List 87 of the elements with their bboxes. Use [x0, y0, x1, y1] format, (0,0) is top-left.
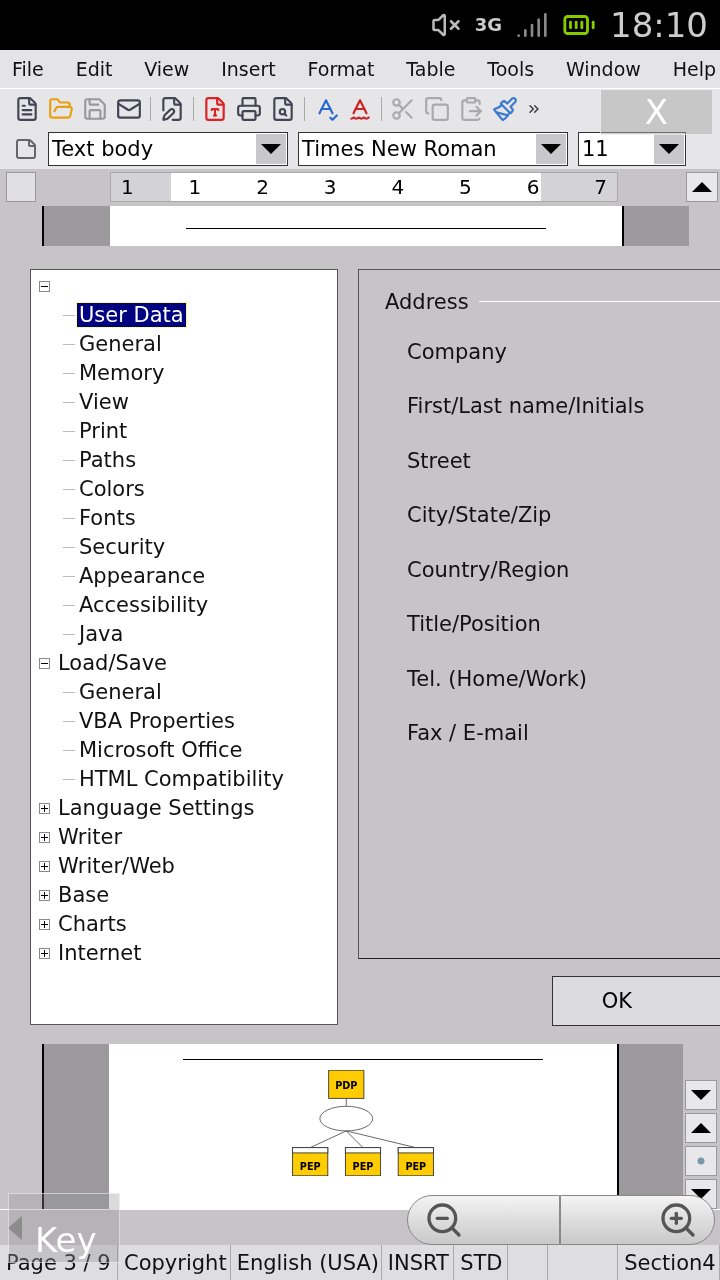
menu-item[interactable]: Format — [307, 57, 375, 80]
menu-item[interactable]: Window — [565, 57, 641, 80]
edit-document-icon[interactable] — [159, 95, 185, 122]
node-label: PDP — [335, 1080, 358, 1092]
tree-item[interactable]: Writer — [56, 825, 125, 850]
scroll-down-button[interactable] — [685, 1080, 718, 1111]
tree-item[interactable]: General — [77, 680, 164, 705]
pdf-icon[interactable] — [202, 95, 228, 122]
menu-item[interactable]: View — [144, 57, 190, 80]
tree-item[interactable]: User Data — [77, 303, 186, 328]
ruler-number: 7 — [594, 175, 607, 200]
tree-item[interactable]: General — [77, 332, 164, 357]
tree-item[interactable]: Writer/Web — [56, 854, 177, 879]
tree-item[interactable]: Internet — [56, 941, 144, 966]
node-label: PEP — [405, 1161, 427, 1172]
ruler-number: 3 — [323, 175, 337, 200]
field-label: Fax / E-mail — [406, 720, 530, 748]
field-label: Title/Position — [406, 611, 542, 639]
tree-item[interactable]: Fonts — [77, 506, 138, 531]
clock: 18:10 — [610, 4, 708, 45]
tree-item[interactable]: VBA Properties — [77, 709, 237, 734]
tree-item[interactable]: Load/Save — [56, 651, 169, 676]
tree-item[interactable]: Microsoft Office — [77, 738, 245, 763]
ruler-number: 1 — [188, 175, 202, 200]
tree-item[interactable]: Language Settings — [56, 796, 257, 821]
field-label: First/Last name/Initials — [406, 393, 646, 421]
node-label: PEP — [352, 1161, 374, 1172]
zoom-out-icon — [424, 1200, 464, 1240]
status-item: Copyright — [118, 1245, 231, 1280]
ruler[interactable]: 1 1 2 3 4 5 6 7 — [110, 172, 618, 203]
tree-item[interactable]: Print — [77, 419, 130, 444]
font-combo[interactable]: Times New Roman — [298, 131, 568, 166]
tree-item[interactable]: Charts — [56, 912, 129, 937]
tree-item[interactable]: Base — [56, 883, 112, 908]
field-label: Tel. (Home/Work) — [406, 665, 589, 693]
ok-button[interactable]: OK — [552, 975, 720, 1026]
network-label: 3G — [474, 14, 502, 36]
menu-item[interactable]: File — [12, 57, 44, 80]
ruler-number: 1 — [121, 175, 134, 200]
page-margin — [622, 205, 689, 246]
field-label: Company — [406, 338, 508, 366]
node-label: PEP — [299, 1161, 321, 1172]
zoom-in-icon — [658, 1200, 698, 1240]
ruler-number: 6 — [526, 175, 540, 200]
preview-icon[interactable] — [270, 95, 296, 122]
styles-icon[interactable] — [14, 136, 38, 161]
tree-item[interactable]: Colors — [77, 477, 147, 502]
expand-icon[interactable] — [39, 860, 50, 872]
size-combo[interactable]: 11 — [578, 131, 686, 166]
tree-item[interactable]: Memory — [77, 361, 167, 386]
ruler-number: 5 — [459, 175, 472, 200]
brush-icon[interactable] — [492, 95, 518, 122]
ruler-number: 4 — [391, 175, 405, 200]
menu-item[interactable]: Insert — [221, 57, 276, 80]
tree-item[interactable]: View — [77, 390, 131, 415]
tree-item[interactable]: Java — [77, 622, 126, 647]
tree-item[interactable]: Security — [77, 535, 168, 560]
field-label: Country/Region — [406, 556, 571, 584]
zoom-out-button[interactable] — [407, 1195, 560, 1245]
scroll-up-button[interactable] — [686, 172, 718, 203]
expand-icon[interactable] — [39, 889, 50, 901]
style-combo[interactable]: Text body — [48, 131, 288, 166]
menu-item[interactable]: Help — [672, 57, 716, 80]
field-label: Street — [406, 447, 472, 475]
expand-icon[interactable] — [39, 802, 50, 814]
expand-icon[interactable] — [39, 947, 50, 959]
collapse-icon[interactable] — [39, 280, 50, 292]
previous-page-button[interactable] — [685, 1113, 718, 1144]
collapse-icon[interactable] — [39, 657, 50, 669]
ruler-number: 2 — [256, 175, 269, 200]
document-icon[interactable] — [14, 95, 40, 122]
tree-item[interactable]: Paths — [77, 448, 139, 473]
field-label: City/State/Zip — [406, 502, 553, 530]
dot-icon — [697, 1157, 706, 1166]
status-item: English (USA) — [230, 1245, 382, 1280]
printer-icon[interactable] — [236, 95, 262, 122]
zoom-in-button[interactable] — [560, 1195, 715, 1245]
section-title: Address — [385, 289, 469, 314]
menu-item[interactable]: Edit — [75, 57, 113, 80]
tree-item[interactable]: Appearance — [77, 564, 208, 589]
tree-item[interactable]: HTML Compatibility — [77, 767, 286, 792]
tree-item[interactable]: Accessibility — [77, 593, 211, 618]
expand-icon[interactable] — [39, 831, 50, 843]
expand-icon[interactable] — [39, 918, 50, 930]
menu-item[interactable]: Tools — [487, 57, 535, 80]
menu-item[interactable]: Table — [406, 57, 456, 80]
page-margin — [42, 205, 110, 246]
